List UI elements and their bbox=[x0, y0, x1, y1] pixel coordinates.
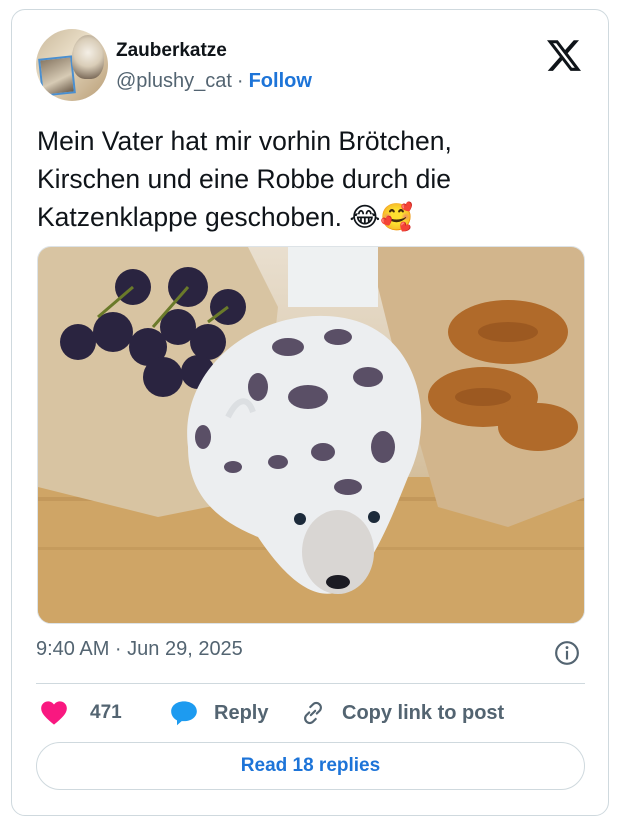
read-replies-label: Read 18 replies bbox=[240, 755, 381, 776]
read-replies-button[interactable]: Read 18 replies bbox=[36, 742, 585, 790]
author-handle-row: @plushy_cat · Follow bbox=[116, 70, 312, 93]
avatar-cat-photo bbox=[72, 35, 104, 79]
author-handle[interactable]: @plushy_cat bbox=[116, 70, 232, 93]
engagement-bar: 471 Reply Copy link to post bbox=[36, 698, 585, 728]
reply-bubble-icon bbox=[171, 701, 197, 726]
follow-button[interactable]: Follow bbox=[249, 70, 312, 93]
avatar[interactable] bbox=[36, 29, 108, 101]
info-icon[interactable] bbox=[554, 640, 580, 666]
embedded-post-card: Zauberkatze @plushy_cat · Follow Mein Va… bbox=[11, 9, 609, 816]
post-timestamp[interactable]: 9:40 AM · Jun 29, 2025 bbox=[36, 638, 243, 661]
link-icon bbox=[304, 701, 322, 725]
post-text: Mein Vater hat mir vorhin Brötchen, Kirs… bbox=[37, 126, 452, 232]
photo-illustration bbox=[38, 247, 584, 623]
reply-label: Reply bbox=[214, 701, 269, 724]
avatar-inset-photo bbox=[38, 55, 76, 97]
divider bbox=[36, 683, 585, 684]
copy-link-label: Copy link to post bbox=[342, 701, 505, 724]
like-button[interactable]: 471 bbox=[40, 698, 122, 728]
copy-link-button[interactable]: Copy link to post bbox=[300, 698, 504, 728]
post-photo[interactable] bbox=[37, 246, 585, 624]
separator-dot: · bbox=[236, 70, 244, 92]
author-name[interactable]: Zauberkatze bbox=[116, 40, 227, 62]
reply-button[interactable]: Reply bbox=[170, 698, 268, 728]
like-count: 471 bbox=[90, 702, 122, 723]
heart-icon bbox=[41, 701, 67, 725]
x-logo-icon[interactable] bbox=[546, 38, 582, 72]
